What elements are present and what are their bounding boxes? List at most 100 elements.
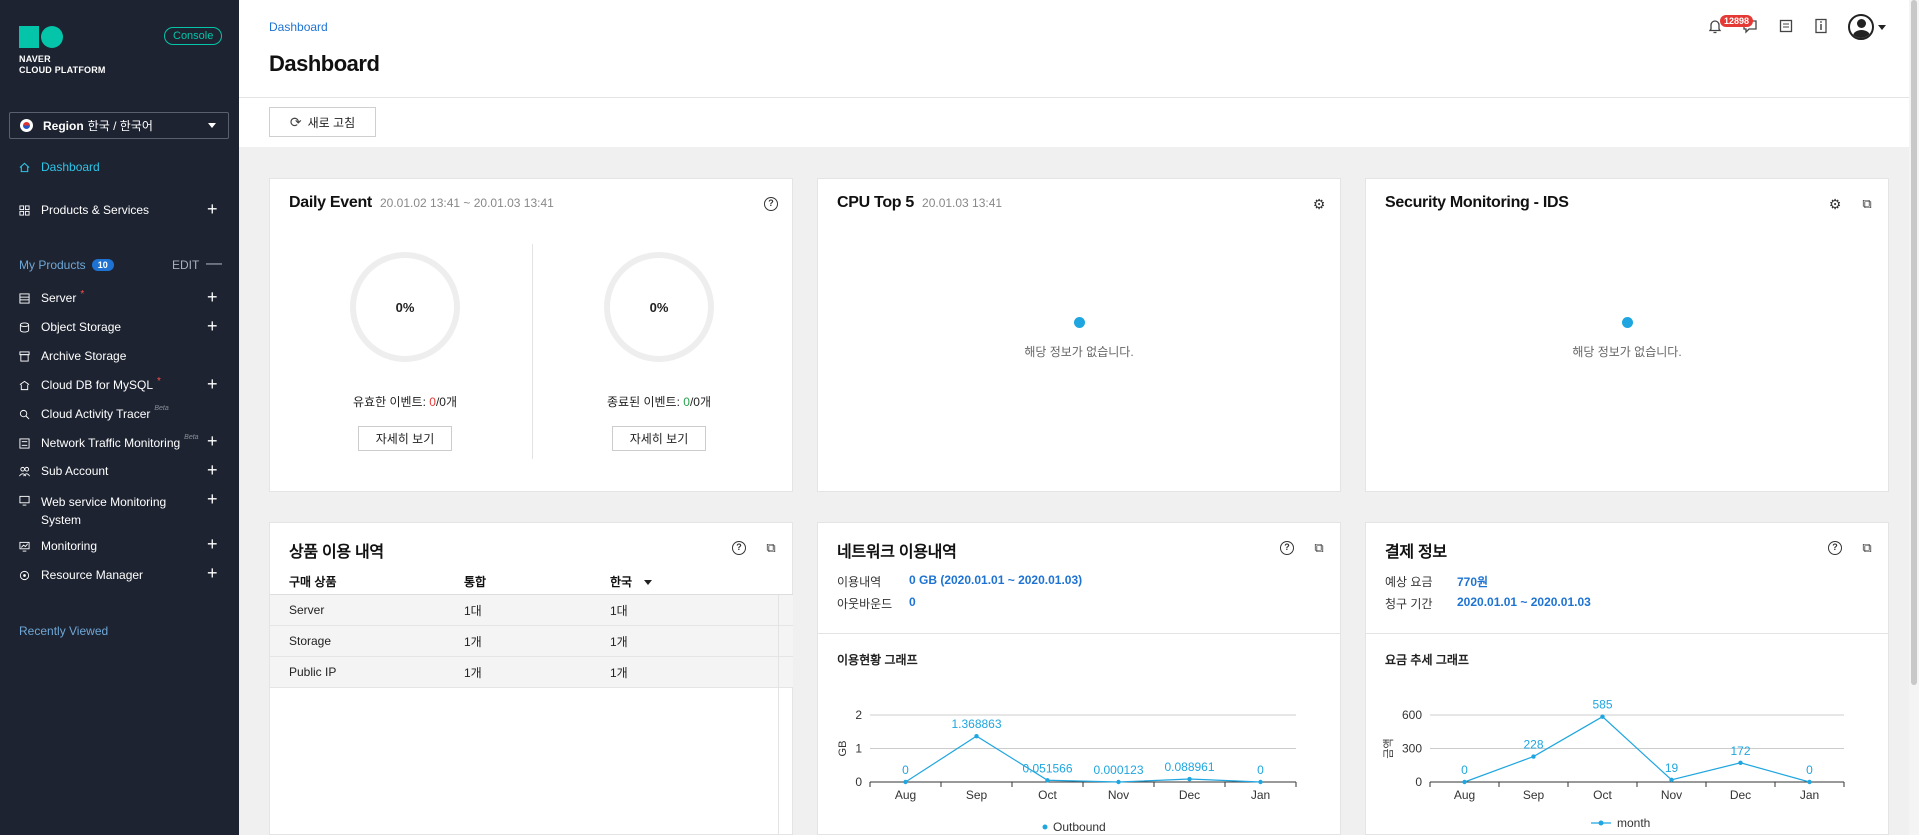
security-monitoring-card: Security Monitoring - IDS ⚙ ⧉ 해당 정보가 없습니… <box>1365 178 1889 492</box>
column-header: 통합 <box>464 574 487 589</box>
data-label: 0 <box>902 763 909 777</box>
ended-event-text: 종료된 이벤트: <box>607 395 684 409</box>
nav-item-server[interactable]: Server * <box>19 289 84 305</box>
beta-tag: Beta <box>154 404 169 412</box>
daily-event-card: Daily Event 20.01.02 13:41 ~ 20.01.03 13:… <box>269 178 793 492</box>
data-point <box>1462 779 1467 785</box>
y-tick-label: 300 <box>1402 742 1422 756</box>
nav-item-sub-account[interactable]: Sub Account <box>19 464 108 478</box>
naver-cloud-logo[interactable]: NAVER CLOUD PLATFORM <box>19 26 106 76</box>
cpu-top5-time: 20.01.03 13:41 <box>922 196 1003 210</box>
valid-event-detail-button[interactable]: 자세히 보기 <box>358 426 452 451</box>
server-icon <box>19 292 30 304</box>
info-book-icon[interactable] <box>1812 18 1830 36</box>
usage-value: 0 GB (2020.01.01 ~ 2020.01.03) <box>909 573 1083 587</box>
home-icon <box>19 162 30 172</box>
nav-item-cloud-activity-tracer[interactable]: Cloud Activity Tracer Beta <box>19 404 169 421</box>
ended-event-detail-button[interactable]: 자세히 보기 <box>612 426 706 451</box>
external-link-icon[interactable]: ⧉ <box>1860 197 1874 211</box>
expand-products-plus-icon[interactable]: + <box>207 200 218 218</box>
external-link-icon[interactable]: ⧉ <box>764 541 778 555</box>
daily-event-range: 20.01.02 13:41 ~ 20.01.03 13:41 <box>379 196 554 210</box>
y-tick-label: 1 <box>855 742 862 756</box>
nav-item-label: Object Storage <box>41 320 122 334</box>
help-icon[interactable]: ? <box>1280 541 1294 555</box>
collapse-minus-icon[interactable]: — <box>206 255 222 273</box>
table-cell: Public IP <box>289 665 337 679</box>
nav-item-archive-storage[interactable]: Archive Storage <box>19 349 126 363</box>
notepad-icon[interactable] <box>1777 18 1795 36</box>
ended-event-percent: 0% <box>649 299 669 315</box>
expand-web-service-plus-icon[interactable]: + <box>207 490 218 508</box>
security-title: Security Monitoring - IDS <box>1385 194 1569 211</box>
expand-cloud-db-plus-icon[interactable]: + <box>207 375 218 393</box>
nav-item-label-line2: System <box>41 513 82 527</box>
data-point <box>1600 714 1605 719</box>
expand-monitoring-plus-icon[interactable]: + <box>207 535 218 553</box>
nav-dashboard[interactable]: Dashboard <box>19 160 100 174</box>
grid-icon <box>19 204 30 216</box>
scrollbar[interactable] <box>1909 0 1919 835</box>
external-link-icon[interactable]: ⧉ <box>1312 541 1326 555</box>
column-header: 구매 상품 <box>289 574 337 589</box>
table-row: Public IP 1개 1개 <box>270 657 793 688</box>
region-selector[interactable]: Region 한국 / 한국어 <box>9 112 229 139</box>
nav-item-monitoring[interactable]: Monitoring <box>19 539 97 553</box>
expand-object-storage-plus-icon[interactable]: + <box>207 317 218 335</box>
nav-item-resource-manager[interactable]: Resource Manager <box>19 568 143 582</box>
data-point <box>1669 777 1674 783</box>
help-icon[interactable]: ? <box>764 197 778 211</box>
data-label: 1.368863 <box>951 717 1001 731</box>
ended-event-current: 0 <box>683 395 690 409</box>
region-column-header[interactable]: 한국 <box>610 573 770 590</box>
data-point <box>1116 779 1121 785</box>
nav-item-network-traffic-monitoring[interactable]: Network Traffic Monitoring Beta <box>19 434 199 450</box>
users-icon <box>19 466 30 476</box>
help-icon[interactable]: ? <box>732 541 746 555</box>
legend-label: month <box>1617 816 1650 830</box>
expand-server-plus-icon[interactable]: + <box>207 288 218 306</box>
chart-monitor-icon <box>19 541 30 552</box>
nav-item-label: Network Traffic Monitoring <box>41 436 181 450</box>
resource-icon <box>19 570 30 580</box>
data-label: 228 <box>1523 738 1543 752</box>
edit-my-products-button[interactable]: EDIT <box>172 258 199 272</box>
nav-item-cloud-db-mysql[interactable]: Cloud DB for MySQL * <box>19 376 161 392</box>
usage-label: 이용내역 <box>837 575 882 589</box>
expand-resource-manager-plus-icon[interactable]: + <box>207 564 218 582</box>
gear-icon[interactable]: ⚙ <box>1828 197 1842 211</box>
y-tick-label: 600 <box>1402 708 1422 722</box>
expand-sub-account-plus-icon[interactable]: + <box>207 461 218 479</box>
x-tick-label: Aug <box>895 788 916 802</box>
external-link-icon[interactable]: ⧉ <box>1860 541 1874 555</box>
y-tick-label: 2 <box>855 708 862 722</box>
table-cell: 1대 <box>464 603 482 618</box>
data-label: 0 <box>1461 763 1468 777</box>
x-tick-label: Oct <box>1038 788 1057 802</box>
y-tick-label: 0 <box>1415 775 1422 789</box>
ended-event-donut: 0% <box>604 252 714 362</box>
user-avatar[interactable] <box>1848 14 1874 40</box>
logo-mark <box>19 26 65 48</box>
nav-item-object-storage[interactable]: Object Storage <box>19 320 121 334</box>
scrollbar-thumb[interactable] <box>1911 0 1917 685</box>
nav-item-web-service-monitoring[interactable]: Web service Monitoring System <box>19 493 166 529</box>
expand-network-plus-icon[interactable]: + <box>207 432 218 450</box>
x-tick-label: Oct <box>1593 788 1612 802</box>
breadcrumb[interactable]: Dashboard <box>269 20 328 34</box>
product-usage-title: 상품 이용 내역 <box>289 544 384 561</box>
nav-products-services-label: Products & Services <box>41 203 150 217</box>
refresh-button[interactable]: ⟳ 새로 고침 <box>269 107 376 137</box>
valid-event-label: 유효한 이벤트: 0/0개 <box>305 393 505 410</box>
usage-row: 이용내역 0 GB (2020.01.01 ~ 2020.01.03) <box>837 573 1082 590</box>
gear-icon[interactable]: ⚙ <box>1312 197 1326 211</box>
ended-event-label: 종료된 이벤트: 0/0개 <box>559 393 759 410</box>
nav-item-label: Web service Monitoring <box>41 495 167 509</box>
nav-products-services[interactable]: Products & Services <box>19 203 149 217</box>
valid-event-text: 유효한 이벤트: <box>353 395 430 409</box>
data-label: 0.088961 <box>1164 760 1214 774</box>
caret-down-icon[interactable] <box>1878 25 1886 30</box>
empty-message: 해당 정보가 없습니다. <box>1024 345 1134 359</box>
y-axis-label: GB <box>837 741 849 757</box>
help-icon[interactable]: ? <box>1828 541 1842 555</box>
